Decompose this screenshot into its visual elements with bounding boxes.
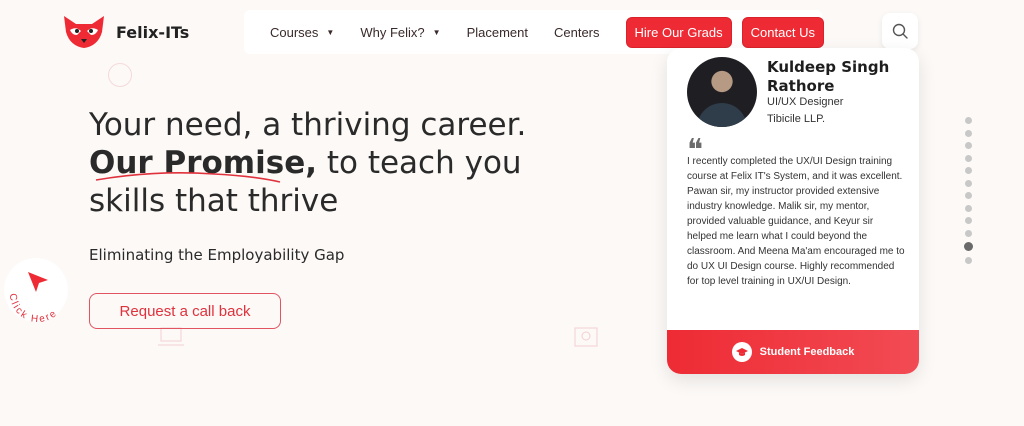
pager-dot[interactable] [965, 167, 972, 174]
testimonial-role: UI/UX Designer [767, 96, 844, 108]
pager-dot[interactable] [965, 179, 972, 187]
testimonial-company: Tibicile LLP. [767, 113, 826, 125]
hero-subheading: Eliminating the Employability Gap [89, 246, 345, 264]
pager-dot[interactable] [965, 217, 972, 224]
pager-dot[interactable] [965, 256, 972, 264]
nav-item-label: Courses [270, 24, 319, 40]
nav-item-label: Placement [466, 24, 528, 40]
nav-item-why-felix[interactable]: Why Felix? ▼ [360, 25, 440, 40]
decorative-circle [108, 63, 132, 87]
brand-name: Felix-ITs [116, 22, 190, 42]
pager-dot[interactable] [965, 142, 972, 149]
search-icon [892, 23, 908, 39]
pager-dot[interactable] [964, 242, 973, 251]
nav-item-label: Why Felix? [360, 24, 425, 40]
pager-dot[interactable] [965, 204, 972, 212]
headline-line-1: Your need, a thriving career. [89, 107, 527, 143]
promise-underline [95, 172, 281, 183]
pager-dot[interactable] [965, 192, 972, 199]
headline-line-2-rest: to teach you [317, 145, 522, 181]
decorative-image-icon [574, 327, 598, 347]
search-button[interactable] [882, 13, 918, 49]
pager-dot[interactable] [965, 117, 972, 124]
student-feedback-button[interactable]: Student Feedback [667, 330, 919, 374]
fox-logo-icon [64, 16, 104, 48]
testimonial-name: Kuldeep Singh Rathore [767, 58, 890, 95]
caret-down-icon: ▼ [432, 27, 441, 37]
hire-our-grads-button[interactable]: Hire Our Grads [625, 16, 732, 48]
nav-item-centers[interactable]: Centers [554, 25, 600, 40]
pager-dot[interactable] [965, 229, 972, 237]
pager-dot[interactable] [965, 129, 972, 137]
brand-logo[interactable]: Felix-ITs [62, 14, 189, 50]
nav-item-courses[interactable]: Courses ▼ [270, 25, 334, 40]
nav-item-label: Centers [553, 24, 600, 40]
student-feedback-label: Student Feedback [759, 346, 855, 358]
nav-item-placement[interactable]: Placement [467, 25, 528, 40]
graduation-cap-icon [731, 342, 752, 362]
headline-line-3: skills that thrive [89, 183, 339, 219]
testimonial-review: I recently completed the UX/UI Design tr… [687, 156, 905, 287]
click-here-badge[interactable]: Click Here [0, 250, 80, 330]
hero-headline: Your need, a thriving career. Our Promis… [89, 106, 526, 220]
testimonial-pager [964, 117, 973, 264]
avatar [687, 57, 757, 127]
avatar-shirt [697, 103, 747, 127]
caret-down-icon: ▼ [326, 27, 335, 37]
pager-dot[interactable] [965, 154, 972, 162]
request-call-back-button[interactable]: Request a call back [89, 293, 281, 329]
contact-us-button[interactable]: Contact Us [741, 16, 824, 48]
testimonial-card: Kuldeep Singh Rathore UI/UX Designer Tib… [667, 48, 919, 374]
